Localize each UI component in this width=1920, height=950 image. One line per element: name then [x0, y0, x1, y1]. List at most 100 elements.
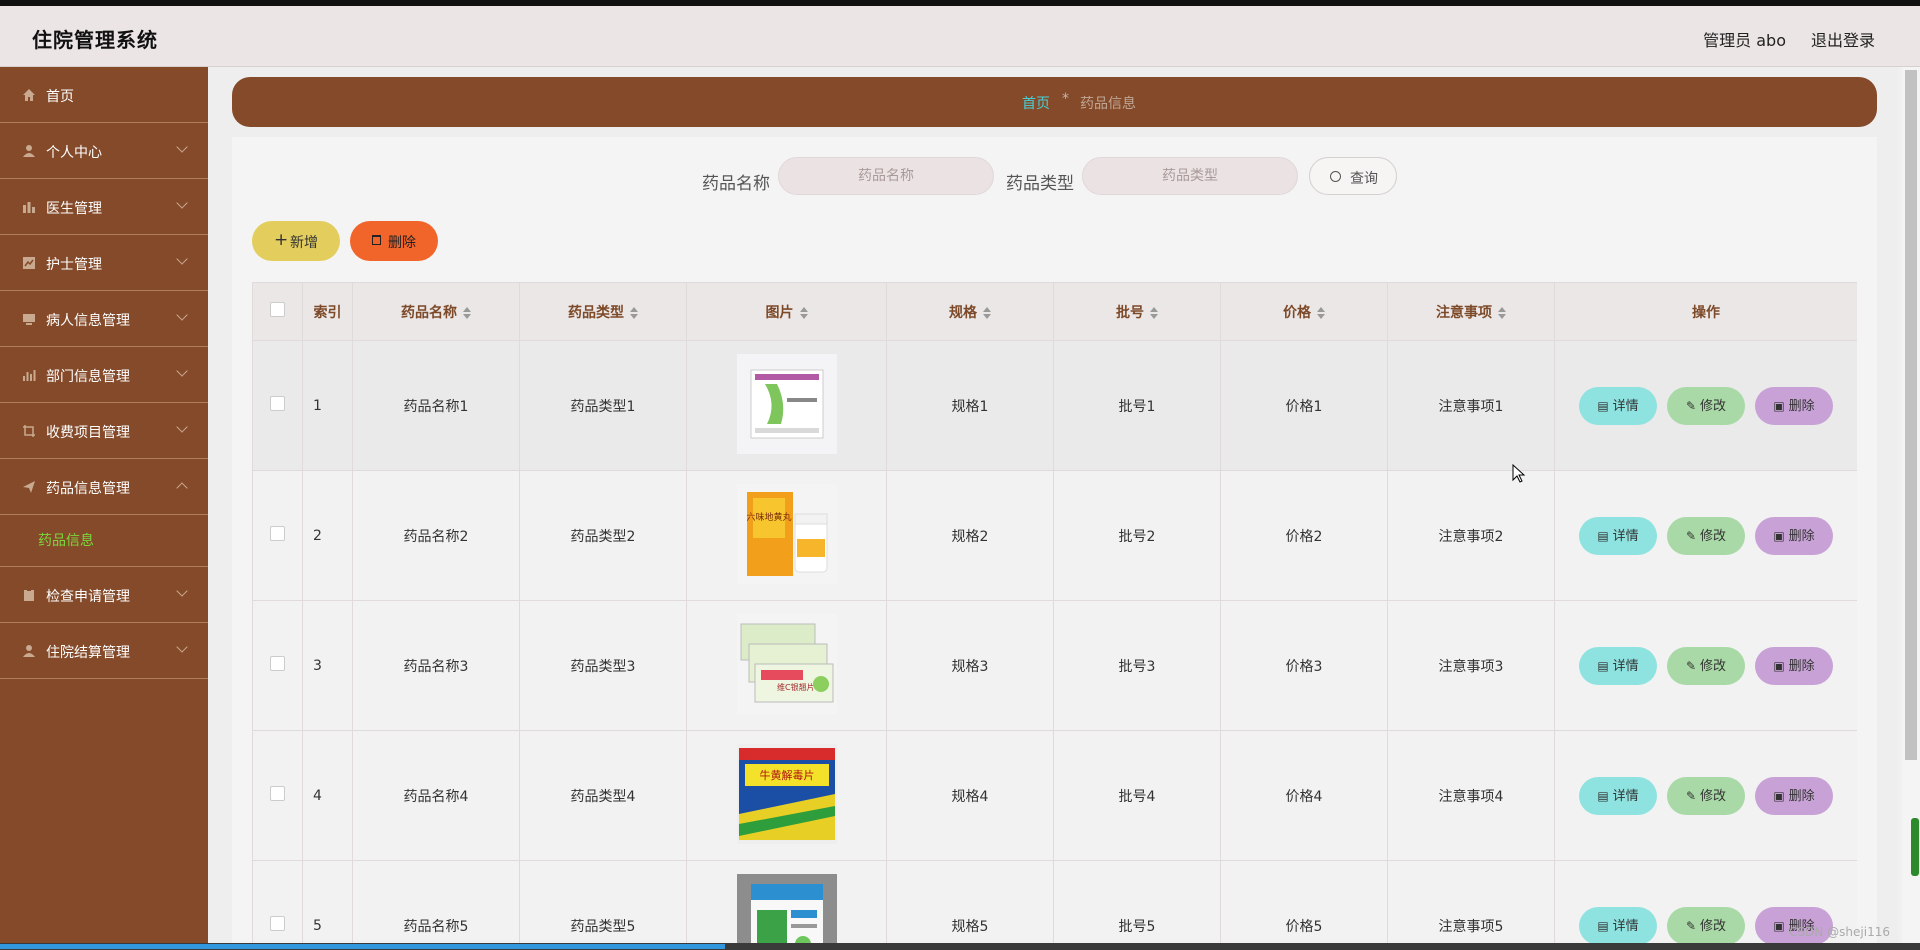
col-spec[interactable]: 规格 [886, 282, 1054, 341]
sort-icon[interactable] [983, 306, 991, 319]
sort-icon[interactable] [1150, 306, 1158, 319]
col-name[interactable]: 药品名称 [352, 282, 520, 341]
row-select-cell[interactable] [252, 340, 303, 471]
document-icon: ▤ [1597, 528, 1609, 543]
select-all-cell[interactable] [252, 282, 303, 341]
chevron-down-icon [176, 585, 188, 597]
sidebar-item-fees[interactable]: 收费项目管理 [0, 403, 208, 459]
sidebar-item-medicine[interactable]: 药品信息管理 [0, 459, 208, 515]
row-checkbox[interactable] [270, 656, 285, 671]
row-note: 注意事项3 [1387, 600, 1555, 731]
edit-button[interactable]: ✎ 修改 [1667, 776, 1745, 815]
pencil-icon: ✎ [1685, 398, 1697, 413]
row-checkbox[interactable] [270, 786, 285, 801]
sidebar-item-label: 首页 [46, 89, 74, 105]
main-area: 首页 * 药品信息 药品名称 药品名称 药品类型 药品类型 查询 + 新增 删除 [208, 67, 1898, 950]
row-select-cell[interactable] [252, 470, 303, 601]
detail-button[interactable]: ▤ 详情 [1579, 776, 1657, 815]
row-select-cell[interactable] [252, 860, 303, 950]
trash-icon: ▣ [1773, 398, 1785, 413]
sidebar-item-nurse[interactable]: 护士管理 [0, 235, 208, 291]
app-header: 住院管理系统 管理员 abo 退出登录 [0, 6, 1920, 67]
search-button[interactable]: 查询 [1309, 157, 1397, 195]
detail-button[interactable]: ▤ 详情 [1579, 516, 1657, 555]
breadcrumb-current: 药品信息 [1080, 96, 1136, 112]
scrollbar-thumb[interactable] [1905, 70, 1917, 760]
edit-button[interactable]: ✎ 修改 [1667, 906, 1745, 945]
document-icon: ▤ [1597, 918, 1609, 933]
watermark: CSDN @sheji116 [1789, 925, 1890, 939]
edit-button[interactable]: ✎ 修改 [1667, 516, 1745, 555]
bars-icon [23, 370, 36, 381]
row-batch: 批号5 [1053, 860, 1221, 950]
edit-button[interactable]: ✎ 修改 [1667, 646, 1745, 685]
col-price[interactable]: 价格 [1220, 282, 1388, 341]
sidebar-item-label: 医生管理 [46, 201, 102, 217]
row-type: 药品类型2 [519, 470, 687, 601]
edit-button[interactable]: ✎ 修改 [1667, 386, 1745, 425]
row-checkbox[interactable] [270, 396, 285, 411]
trash-icon [372, 235, 381, 245]
sidebar-item-doctor[interactable]: 医生管理 [0, 179, 208, 235]
col-image[interactable]: 图片 [686, 282, 887, 341]
bar-icon [23, 202, 35, 213]
logout-link[interactable]: 退出登录 [1811, 27, 1875, 51]
detail-button[interactable]: ▤ 详情 [1579, 906, 1657, 945]
col-type[interactable]: 药品类型 [519, 282, 687, 341]
col-type-label: 药品类型 [568, 304, 624, 321]
row-image-cell: 牛黄解毒片 [686, 730, 887, 861]
search-button-label: 查询 [1350, 171, 1378, 187]
sort-icon[interactable] [1498, 306, 1506, 319]
type-filter-input[interactable]: 药品类型 [1082, 157, 1298, 195]
clipboard-icon [24, 589, 34, 601]
col-spec-label: 规格 [949, 304, 977, 321]
sort-icon[interactable] [630, 306, 638, 319]
batch-delete-label: 删除 [388, 235, 416, 251]
medicine-thumbnail: 维C银翘片 [736, 613, 837, 714]
sort-icon[interactable] [463, 306, 471, 319]
row-select-cell[interactable] [252, 730, 303, 861]
sort-icon[interactable] [799, 306, 808, 319]
name-filter-input[interactable]: 药品名称 [778, 157, 994, 195]
row-select-cell[interactable] [252, 600, 303, 731]
sidebar-item-settlement[interactable]: 住院结算管理 [0, 623, 208, 679]
chart-icon [23, 257, 35, 269]
col-actions: 操作 [1554, 282, 1857, 341]
col-note[interactable]: 注意事项 [1387, 282, 1555, 341]
delete-button[interactable]: ▣ 删除 [1755, 776, 1833, 815]
detail-button[interactable]: ▤ 详情 [1579, 646, 1657, 685]
sidebar-item-department[interactable]: 部门信息管理 [0, 347, 208, 403]
sort-icon[interactable] [1317, 306, 1325, 319]
row-index: 4 [302, 730, 353, 861]
table-row: 3 药品名称3 药品类型3 维C银翘片 规格3 批号3 价格3 注意事项3 ▤ 详情 ✎ 修改 ▣ 删除 [252, 600, 1857, 731]
sidebar-item-home[interactable]: 首页 [0, 67, 208, 123]
sidebar-subitem-medicine-info[interactable]: 药品信息 [0, 515, 208, 567]
row-checkbox[interactable] [270, 526, 285, 541]
trash-icon: ▣ [1773, 658, 1785, 673]
batch-delete-button[interactable]: 删除 [350, 221, 438, 261]
detail-button[interactable]: ▤ 详情 [1579, 386, 1657, 425]
detail-label: 详情 [1612, 918, 1639, 934]
row-spec: 规格3 [886, 600, 1054, 731]
edit-label: 修改 [1700, 788, 1727, 804]
delete-button[interactable]: ▣ 删除 [1755, 386, 1833, 425]
breadcrumb-home[interactable]: 首页 [1022, 93, 1050, 113]
pencil-icon: ✎ [1685, 528, 1697, 543]
col-batch[interactable]: 批号 [1053, 282, 1221, 341]
delete-button[interactable]: ▣ 删除 [1755, 646, 1833, 685]
thumb-text: 牛黄解毒片 [759, 768, 814, 782]
select-all-checkbox[interactable] [270, 302, 285, 317]
sidebar-item-personal[interactable]: 个人中心 [0, 123, 208, 179]
row-price: 价格5 [1220, 860, 1388, 950]
pencil-icon: ✎ [1685, 918, 1697, 933]
delete-button[interactable]: ▣ 删除 [1755, 516, 1833, 555]
add-button[interactable]: + 新增 [252, 221, 340, 261]
row-type: 药品类型1 [519, 340, 687, 471]
row-checkbox[interactable] [270, 916, 285, 931]
chevron-down-icon [176, 365, 188, 377]
document-icon: ▤ [1597, 788, 1609, 803]
row-actions: ▤ 详情 ✎ 修改 ▣ 删除 [1554, 730, 1857, 861]
sidebar-item-exam[interactable]: 检查申请管理 [0, 567, 208, 623]
sidebar-item-patient[interactable]: 病人信息管理 [0, 291, 208, 347]
row-spec: 规格1 [886, 340, 1054, 471]
